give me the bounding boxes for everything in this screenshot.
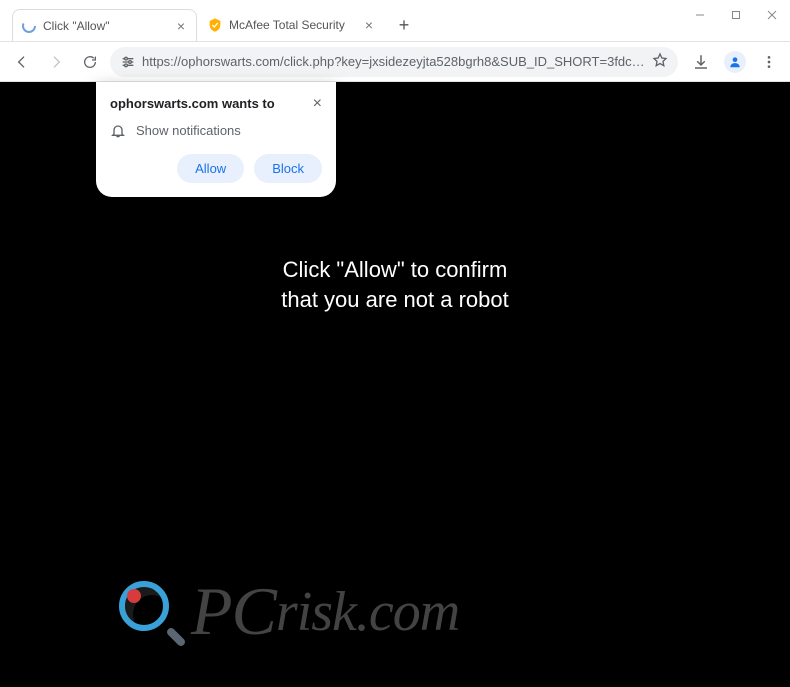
menu-icon[interactable] <box>756 49 782 75</box>
back-button[interactable] <box>8 48 36 76</box>
forward-button[interactable] <box>42 48 70 76</box>
tab-strip: Click "Allow" × McAfee Total Security × … <box>0 0 790 41</box>
profile-button[interactable] <box>722 49 748 75</box>
message-line-1: Click "Allow" to confirm <box>0 255 790 285</box>
prompt-permission-label: Show notifications <box>136 123 241 138</box>
mcafee-icon <box>207 17 223 33</box>
titlebar: Click "Allow" × McAfee Total Security × … <box>0 0 790 42</box>
prompt-title: ophorswarts.com wants to <box>110 96 275 111</box>
allow-button[interactable]: Allow <box>177 154 244 183</box>
block-button[interactable]: Block <box>254 154 322 183</box>
close-tab-icon[interactable]: × <box>362 18 376 32</box>
watermark-c: C <box>232 572 276 651</box>
tab-title: Click "Allow" <box>43 19 174 33</box>
message-line-2: that you are not a robot <box>0 285 790 315</box>
window-controls <box>682 0 790 30</box>
close-window-button[interactable] <box>754 0 790 30</box>
notification-permission-prompt: ophorswarts.com wants to × Show notifica… <box>96 82 336 197</box>
page-content: ophorswarts.com wants to × Show notifica… <box>0 82 790 687</box>
magnifier-icon <box>115 577 185 647</box>
address-bar[interactable]: https://ophorswarts.com/click.php?key=jx… <box>110 47 678 77</box>
close-tab-icon[interactable]: × <box>174 19 188 33</box>
url-text: https://ophorswarts.com/click.php?key=jx… <box>142 54 646 69</box>
reload-button[interactable] <box>76 48 104 76</box>
bookmark-icon[interactable] <box>652 52 668 71</box>
close-icon[interactable]: × <box>313 96 322 112</box>
new-tab-button[interactable]: + <box>390 11 418 39</box>
toolbar-right <box>684 49 782 75</box>
watermark-rest: risk.com <box>276 580 459 644</box>
downloads-icon[interactable] <box>688 49 714 75</box>
watermark-logo: PCrisk.com <box>115 572 459 651</box>
tab-inactive[interactable]: McAfee Total Security × <box>199 9 384 41</box>
tab-active[interactable]: Click "Allow" × <box>12 9 197 41</box>
toolbar: https://ophorswarts.com/click.php?key=jx… <box>0 42 790 82</box>
site-settings-icon[interactable] <box>120 54 136 70</box>
maximize-button[interactable] <box>718 0 754 30</box>
loading-icon <box>21 18 37 34</box>
page-message: Click "Allow" to confirm that you are no… <box>0 255 790 314</box>
watermark-p: P <box>191 572 232 651</box>
tab-title: McAfee Total Security <box>229 18 362 32</box>
bell-icon <box>110 122 126 138</box>
minimize-button[interactable] <box>682 0 718 30</box>
